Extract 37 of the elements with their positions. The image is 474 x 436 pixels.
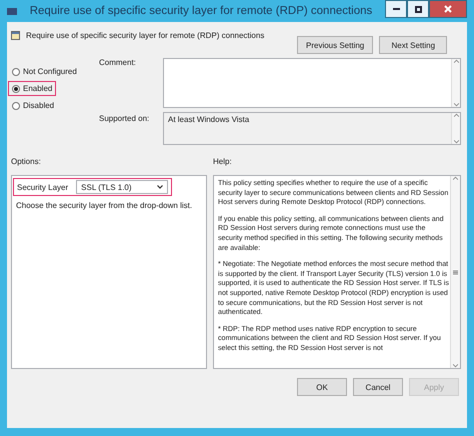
scroll-up-icon[interactable]: [454, 59, 458, 63]
scroll-down-icon[interactable]: [453, 364, 458, 368]
radio-option[interactable]: Enabled: [8, 81, 56, 96]
close-button[interactable]: [429, 0, 467, 18]
dialog-button[interactable]: OK: [297, 378, 347, 396]
options-label: Options:: [11, 157, 42, 166]
comment-field[interactable]: [163, 58, 461, 108]
radio-button[interactable]: [12, 102, 20, 110]
comment-label: Comment:: [99, 58, 137, 67]
scroll-grip-icon[interactable]: [453, 270, 458, 274]
help-label: Help:: [213, 157, 232, 166]
radio-option[interactable]: Not Configured: [8, 64, 81, 79]
radio-button[interactable]: [12, 84, 20, 92]
scroll-down-icon[interactable]: [454, 140, 458, 144]
minimize-icon: [392, 8, 400, 10]
maximize-button[interactable]: [407, 0, 429, 18]
options-description: Choose the security layer from the drop-down list.: [15, 200, 194, 212]
scroll-up-icon[interactable]: [454, 113, 458, 117]
app-icon: [7, 6, 17, 16]
scroll-down-icon[interactable]: [454, 103, 458, 107]
security-layer-label: Security Layer: [17, 182, 68, 192]
close-icon: [444, 5, 452, 13]
policy-icon: [11, 31, 20, 40]
radio-button[interactable]: [12, 68, 20, 76]
navigation-button[interactable]: Next Setting: [379, 36, 448, 54]
navigation-button[interactable]: Previous Setting: [297, 36, 374, 54]
dialog-button[interactable]: Cancel: [353, 378, 403, 396]
supported-on-label: Supported on:: [99, 114, 150, 123]
scroll-up-icon[interactable]: [453, 176, 458, 180]
setting-name: Require use of specific security layer for remote (RDP) connections: [26, 31, 266, 40]
maximize-icon: [414, 6, 422, 12]
minimize-button[interactable]: [385, 0, 407, 18]
supported-on-field: At least Windows Vista: [163, 112, 461, 145]
chevron-down-icon: [157, 185, 164, 189]
radio-option[interactable]: Disabled: [8, 98, 58, 113]
security-layer-dropdown[interactable]: SSL (TLS 1.0): [76, 180, 168, 194]
window-title: Require use of specific security layer for remote (RDP) connections: [28, 5, 374, 17]
